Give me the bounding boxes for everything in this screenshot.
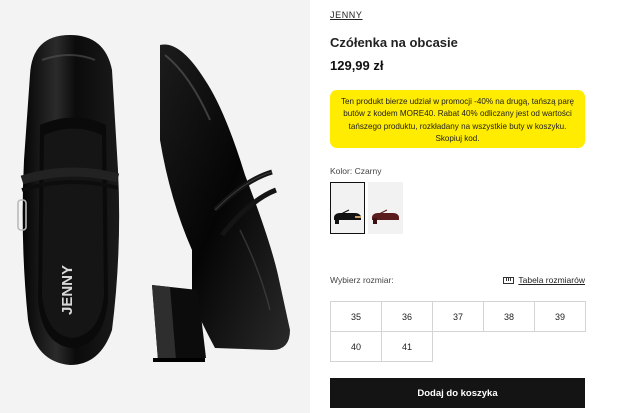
- color-label: Kolor: Czarny: [330, 166, 382, 176]
- product-info-panel: JENNY Czółenka na obcasie 129,99 zł Ten …: [330, 0, 586, 413]
- size-option-38[interactable]: 38: [483, 301, 535, 332]
- color-swatch-burgundy[interactable]: [368, 182, 403, 234]
- promo-banner: Ten produkt bierze udział w promocji -40…: [330, 90, 585, 148]
- shoe-pair-image: JENNY: [17, 35, 290, 365]
- black-shoe-swatch-icon: [334, 209, 361, 224]
- left-shoe: JENNY: [17, 35, 120, 365]
- product-image[interactable]: JENNY: [0, 0, 310, 413]
- size-guide-link[interactable]: Tabela rozmiarów: [503, 275, 585, 285]
- brand-link[interactable]: JENNY: [330, 10, 363, 20]
- right-shoe: [152, 44, 290, 362]
- size-option-40[interactable]: 40: [330, 331, 382, 362]
- insole-print: JENNY: [59, 265, 76, 315]
- color-swatch-black[interactable]: [330, 182, 365, 234]
- size-option-35[interactable]: 35: [330, 301, 382, 332]
- ruler-icon: [503, 276, 515, 284]
- size-option-39[interactable]: 39: [534, 301, 586, 332]
- size-label: Wybierz rozmiar:: [330, 275, 394, 285]
- size-option-37[interactable]: 37: [432, 301, 484, 332]
- product-title: Czółenka na obcasie: [330, 35, 458, 50]
- burgundy-shoe-swatch-icon: [372, 209, 399, 224]
- size-option-41[interactable]: 41: [381, 331, 433, 362]
- promo-text[interactable]: Ten produkt bierze udział w promocji -40…: [340, 96, 575, 145]
- size-grid: 35 36 37 38 39 40 41: [330, 301, 586, 362]
- add-to-cart-button[interactable]: Dodaj do koszyka: [330, 378, 585, 408]
- size-guide-label: Tabela rozmiarów: [518, 275, 585, 285]
- product-price: 129,99 zł: [330, 58, 384, 73]
- size-option-36[interactable]: 36: [381, 301, 433, 332]
